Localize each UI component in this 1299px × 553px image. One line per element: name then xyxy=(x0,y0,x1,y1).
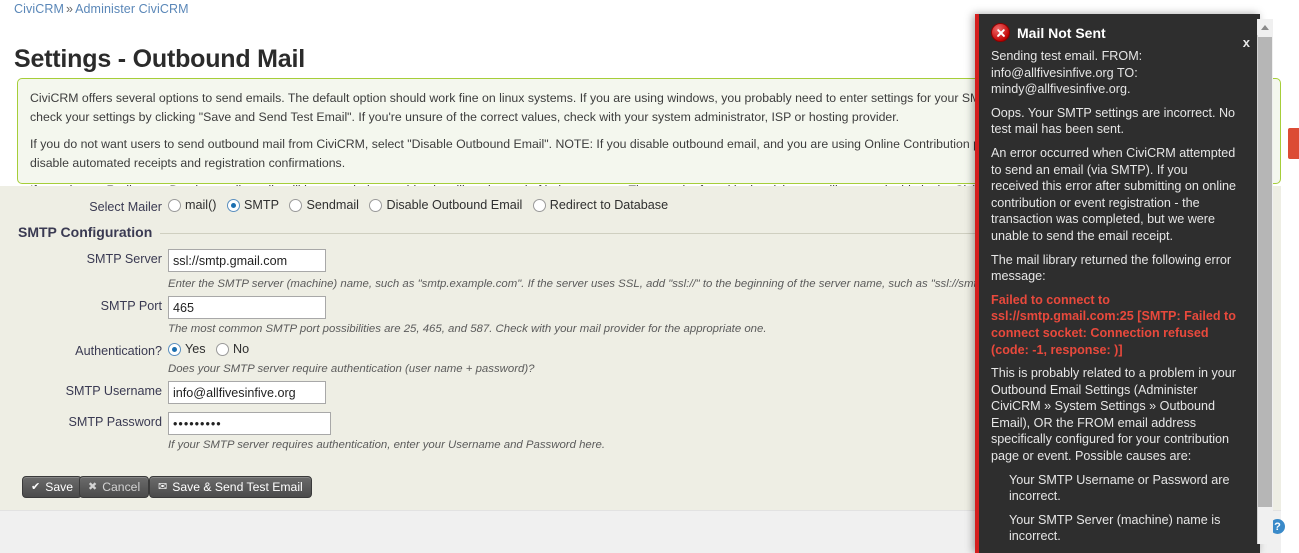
notification-explanation: This is probably related to a problem in… xyxy=(991,366,1237,464)
error-circle-icon xyxy=(991,23,1010,42)
radio-auth-no-label: No xyxy=(233,342,250,356)
page-title: Settings - Outbound Mail xyxy=(14,44,306,73)
list-item: Your SMTP Username or Password are incor… xyxy=(1009,472,1230,504)
smtp-port-hint: The most common SMTP port possibilities … xyxy=(168,323,767,335)
radio-redirect-db-indicator[interactable] xyxy=(532,198,546,212)
radio-option-disable-outbound[interactable]: Disable Outbound Email xyxy=(369,198,522,212)
save-button-label: Save xyxy=(45,480,73,494)
cancel-button-label: Cancel xyxy=(102,480,141,494)
notification-body: Sending test email. FROM: info@allfivesi… xyxy=(991,48,1236,553)
save-button[interactable]: ✔ Save xyxy=(22,476,82,498)
smtp-server-label: SMTP Server xyxy=(86,252,162,266)
radio-mail-label: mail() xyxy=(185,198,217,212)
notification-title: Mail Not Sent xyxy=(1017,24,1106,41)
breadcrumb-link-administer[interactable]: Administer CiviCRM xyxy=(75,2,189,16)
authentication-label: Authentication? xyxy=(75,344,162,358)
breadcrumb-separator: » xyxy=(66,2,74,16)
radio-option-auth-yes[interactable]: Yes xyxy=(168,342,206,356)
radio-option-mail[interactable]: mail() xyxy=(168,198,216,212)
notification-causes-list: Your SMTP Username or Password are incor… xyxy=(991,472,1236,553)
radio-auth-yes-label: Yes xyxy=(185,342,206,356)
notification-error-message: Failed to connect to ssl://smtp.gmail.co… xyxy=(991,292,1236,357)
mail-not-sent-notification: Mail Not Sent Sending test email. FROM: … xyxy=(975,14,1260,553)
side-feedback-tab[interactable] xyxy=(1288,128,1299,159)
cancel-button[interactable]: ✖ Cancel xyxy=(79,476,150,498)
breadcrumb: CiviCRM» Administer CiviCRM xyxy=(14,2,189,16)
check-icon: ✔ xyxy=(31,480,41,493)
radio-redirect-db-label: Redirect to Database xyxy=(549,198,669,212)
smtp-password-input[interactable] xyxy=(168,412,331,435)
authentication-hint: Does your SMTP server require authentica… xyxy=(168,363,535,375)
radio-mail-indicator[interactable] xyxy=(168,198,181,212)
notification-content: Mail Not Sent Sending test email. FROM: … xyxy=(979,14,1248,553)
right-gutter xyxy=(1281,0,1299,553)
radio-disable-outbound-indicator[interactable] xyxy=(369,198,383,212)
radio-option-smtp[interactable]: SMTP xyxy=(226,198,279,212)
radio-option-sendmail[interactable]: Sendmail xyxy=(289,198,359,212)
radio-smtp-indicator[interactable] xyxy=(226,198,240,212)
radio-disable-outbound-label: Disable Outbound Email xyxy=(386,198,523,212)
notification-header: Mail Not Sent xyxy=(991,23,1236,42)
page-root: CiviCRM» Administer CiviCRM Settings - Ou… xyxy=(0,0,1299,553)
save-send-test-button-label: Save & Send Test Email xyxy=(172,480,303,494)
smtp-username-label: SMTP Username xyxy=(65,384,162,398)
notification-scrollbar-thumb[interactable] xyxy=(1258,37,1272,507)
radio-auth-no-indicator[interactable] xyxy=(216,342,230,356)
select-mailer-radio-group[interactable]: mail() SMTP Sendmail Disable Outbound Em… xyxy=(168,198,675,215)
radio-smtp-label: SMTP xyxy=(243,198,279,212)
smtp-port-label: SMTP Port xyxy=(100,299,162,313)
x-icon: ✖ xyxy=(88,480,98,493)
notification-paragraph-3: An error occurred when CiviCRM attempted… xyxy=(991,145,1237,243)
smtp-username-input[interactable] xyxy=(168,381,326,404)
radio-option-auth-no[interactable]: No xyxy=(216,342,249,356)
smtp-password-hint: If your SMTP server requires authenticat… xyxy=(168,439,606,451)
envelope-icon: ✉ xyxy=(158,480,168,493)
list-item: Your SMTP Server (machine) name is incor… xyxy=(1009,512,1221,544)
radio-auth-yes-indicator[interactable] xyxy=(168,342,181,356)
smtp-password-label: SMTP Password xyxy=(68,415,162,429)
notification-paragraph-4: The mail library returned the following … xyxy=(991,252,1232,284)
smtp-server-hint: Enter the SMTP server (machine) name, su… xyxy=(168,278,1062,290)
radio-sendmail-label: Sendmail xyxy=(306,198,359,212)
save-and-send-test-email-button[interactable]: ✉ Save & Send Test Email xyxy=(149,476,312,498)
smtp-port-input[interactable] xyxy=(168,296,326,319)
smtp-configuration-heading: SMTP Configuration xyxy=(18,224,161,240)
smtp-server-input[interactable] xyxy=(168,249,326,272)
radio-sendmail-indicator[interactable] xyxy=(289,198,303,212)
select-mailer-label: Select Mailer xyxy=(89,200,162,214)
breadcrumb-link-civicrm[interactable]: CiviCRM xyxy=(14,2,64,16)
authentication-radio-group[interactable]: Yes No xyxy=(168,342,256,359)
notification-paragraph-1: Sending test email. FROM: info@allfivesi… xyxy=(991,49,1143,97)
notification-paragraph-2: Oops. Your SMTP settings are incorrect. … xyxy=(991,105,1236,137)
radio-option-redirect-db[interactable]: Redirect to Database xyxy=(532,198,669,212)
scroll-up-arrow-icon[interactable] xyxy=(1257,19,1273,35)
close-icon[interactable]: x xyxy=(1243,36,1250,49)
